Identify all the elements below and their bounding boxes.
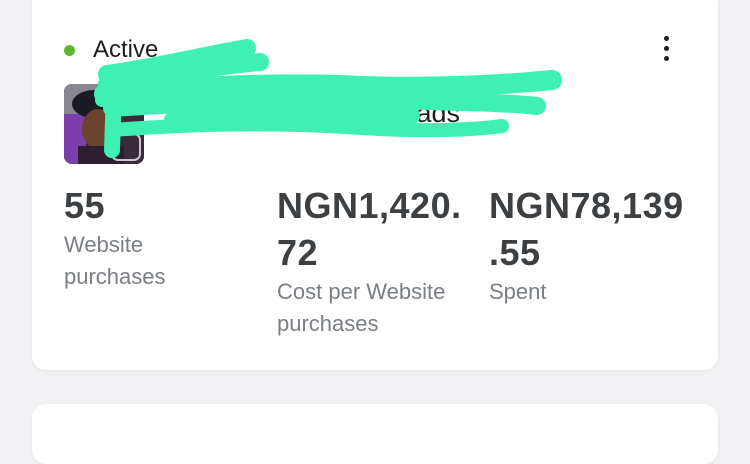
next-ad-card[interactable] xyxy=(32,404,718,464)
metric-label: Spent xyxy=(489,279,547,304)
status-label: Active xyxy=(93,36,159,63)
more-dot xyxy=(663,55,669,61)
more-dot xyxy=(663,35,669,41)
metric-label: Cost per Website xyxy=(277,279,446,304)
status-row: Active xyxy=(64,32,158,68)
metric-label: purchases xyxy=(277,311,379,336)
metric-value: 72 xyxy=(277,232,319,273)
more-dot xyxy=(663,45,669,51)
metric-cost-per-purchase: NGN1,420. 72 Cost per Website purchases xyxy=(277,182,477,340)
metric-label: purchases xyxy=(64,264,166,289)
metric-value: 55 xyxy=(64,185,106,226)
ad-summary-card[interactable]: Active Kmax ads 55 Website purchases NGN… xyxy=(32,0,718,370)
metric-amount-spent: NGN78,139 .55 Spent xyxy=(489,182,694,308)
metric-value: .55 xyxy=(489,232,541,273)
metric-website-purchases: 55 Website purchases xyxy=(64,182,234,293)
ad-thumbnail xyxy=(64,84,144,164)
ad-name[interactable]: Kmax ads xyxy=(160,98,460,129)
status-dot xyxy=(64,44,75,56)
metric-value: NGN1,420. xyxy=(277,185,462,226)
more-options-icon[interactable] xyxy=(654,30,678,66)
metric-label: Website xyxy=(64,232,144,257)
metric-value: NGN78,139 xyxy=(489,185,684,226)
